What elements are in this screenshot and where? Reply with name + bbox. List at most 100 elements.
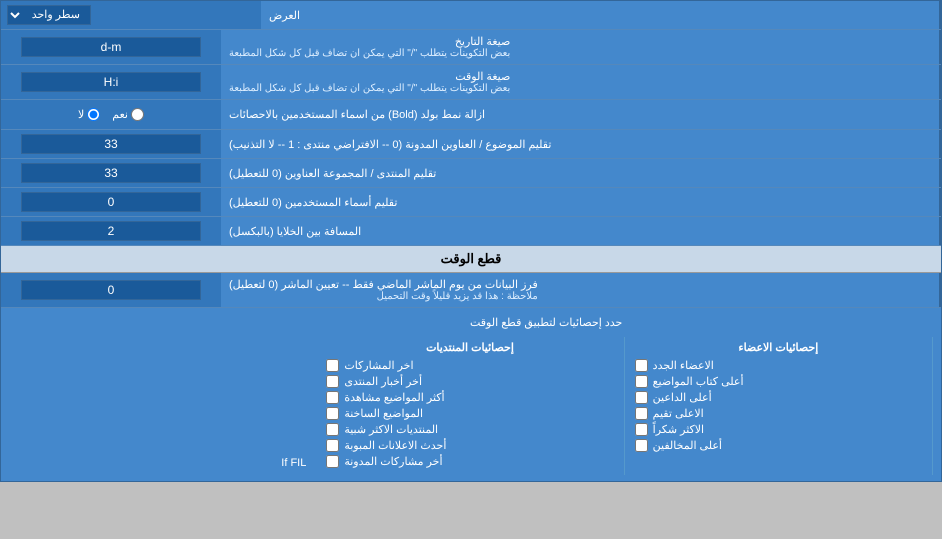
forum-stats-col: إحصائيات المنتديات اخر المشاركات أخر أخب… <box>316 337 624 475</box>
top-topic-writers-checkbox[interactable] <box>635 375 648 388</box>
header-label-text: العرض <box>269 9 300 22</box>
checkbox-top-rated: الاعلى تقيم <box>635 407 922 420</box>
topic-titles-input[interactable]: 33 <box>21 134 201 154</box>
checkbox-hot-topics: المواضيع الساخنة <box>326 407 613 420</box>
bold-radio-group: نعم لا <box>70 104 152 125</box>
bold-remove-radio-container: نعم لا <box>1 100 221 129</box>
main-container: العرض سطر واحد سطران ثلاثة أسطر صيغة الت… <box>0 0 942 482</box>
last-posts-label: اخر المشاركات <box>344 359 413 372</box>
cell-spacing-row: المسافة بين الخلايا (بالبكسل) 2 <box>1 217 941 246</box>
topic-titles-row: تقليم الموضوع / العناوين المدونة (0 -- ا… <box>1 130 941 159</box>
usernames-row: تقليم أسماء المستخدمين (0 للتعطيل) 0 <box>1 188 941 217</box>
cutoff-filter-main: فرز البيانات من يوم الماشر الماضي فقط --… <box>229 279 538 291</box>
forum-stats-title: إحصائيات المنتديات <box>326 341 613 354</box>
cutoff-filter-row: فرز البيانات من يوم الماشر الماضي فقط --… <box>1 273 941 308</box>
top-violators-label: أعلى المخالفين <box>653 439 722 452</box>
top-inviters-checkbox[interactable] <box>635 391 648 404</box>
bold-yes-radio[interactable] <box>131 108 144 121</box>
forum-titles-input[interactable]: 33 <box>21 163 201 183</box>
last-news-label: أخر أخبار المنتدى <box>344 375 422 388</box>
member-stats-title: إحصائيات الاعضاء <box>635 341 922 354</box>
cutoff-filter-input[interactable]: 0 <box>21 280 201 300</box>
bold-no-radio[interactable] <box>87 108 100 121</box>
cutoff-filter-label: فرز البيانات من يوم الماشر الماضي فقط --… <box>221 273 941 307</box>
usernames-label: تقليم أسماء المستخدمين (0 للتعطيل) <box>221 188 941 216</box>
top-violators-checkbox[interactable] <box>635 439 648 452</box>
most-thanked-label: الاكثر شكراً <box>653 423 704 436</box>
top-rated-label: الاعلى تقيم <box>653 407 704 420</box>
bold-yes-label[interactable]: نعم <box>112 108 144 121</box>
time-format-row: صيغة الوقت بعض التكوينات يتطلب "/" التي … <box>1 65 941 100</box>
time-format-input[interactable]: H:i <box>21 72 201 92</box>
hot-topics-checkbox[interactable] <box>326 407 339 420</box>
checkbox-top-topic-writers: أعلى كتاب المواضيع <box>635 375 922 388</box>
bold-remove-label: ازالة نمط بولد (Bold) من اسماء المستخدمي… <box>221 100 941 129</box>
checkbox-latest-classified: أحدث الاعلانات المبوبة <box>326 439 613 452</box>
most-thanked-checkbox[interactable] <box>635 423 648 436</box>
topic-titles-label: تقليم الموضوع / العناوين المدونة (0 -- ا… <box>221 130 941 158</box>
new-members-checkbox[interactable] <box>635 359 648 372</box>
header-row: العرض سطر واحد سطران ثلاثة أسطر <box>1 1 941 30</box>
bold-yes-text: نعم <box>112 108 128 121</box>
cutoff-title: قطع الوقت <box>441 251 502 266</box>
cell-spacing-input-container: 2 <box>1 217 221 245</box>
cell-spacing-title: المسافة بين الخلايا (بالبكسل) <box>229 225 361 238</box>
checkbox-top-violators: أعلى المخالفين <box>635 439 922 452</box>
cell-spacing-input[interactable]: 2 <box>21 221 201 241</box>
date-format-input-container: d-m <box>1 30 221 64</box>
date-format-input[interactable]: d-m <box>21 37 201 57</box>
checkbox-most-viewed: أكثر المواضيع مشاهدة <box>326 391 613 404</box>
display-select[interactable]: سطر واحد سطران ثلاثة أسطر <box>7 5 91 25</box>
cutoff-section-header: قطع الوقت <box>1 246 941 273</box>
last-blog-posts-label: أخر مشاركات المدونة <box>344 455 442 468</box>
most-viewed-checkbox[interactable] <box>326 391 339 404</box>
header-label: العرض <box>261 1 941 29</box>
last-posts-checkbox[interactable] <box>326 359 339 372</box>
checkbox-last-news: أخر أخبار المنتدى <box>326 375 613 388</box>
top-rated-checkbox[interactable] <box>635 407 648 420</box>
forum-titles-row: تقليم المنتدى / المجموعة العناوين (0 للت… <box>1 159 941 188</box>
checkbox-most-thanked: الاكثر شكراً <box>635 423 922 436</box>
hot-topics-label: المواضيع الساخنة <box>344 407 423 420</box>
most-forums-label: المنتديات الاكثر شبية <box>344 423 438 436</box>
most-viewed-label: أكثر المواضيع مشاهدة <box>344 391 444 404</box>
left-col: If FIL <box>9 337 316 475</box>
most-forums-checkbox[interactable] <box>326 423 339 436</box>
checkbox-top-inviters: أعلى الداعين <box>635 391 922 404</box>
usernames-input-container: 0 <box>1 188 221 216</box>
bold-no-label[interactable]: لا <box>78 108 100 121</box>
latest-classified-checkbox[interactable] <box>326 439 339 452</box>
forum-titles-input-container: 33 <box>1 159 221 187</box>
checkbox-most-forums: المنتديات الاكثر شبية <box>326 423 613 436</box>
header-select-container: سطر واحد سطران ثلاثة أسطر <box>1 1 261 29</box>
forum-titles-title: تقليم المنتدى / المجموعة العناوين (0 للت… <box>229 167 436 180</box>
date-format-title: صيغة التاريخ <box>455 36 510 48</box>
cutoff-filter-note: ملاحظة : هذا قد يزيد قليلاً وقت التحميل <box>229 291 538 302</box>
time-format-input-container: H:i <box>1 65 221 99</box>
if-fil-label: If FIL <box>281 457 306 469</box>
date-format-note: بعض التكوينات يتطلب "/" التي يمكن ان تضا… <box>229 48 510 59</box>
last-blog-posts-checkbox[interactable] <box>326 455 339 468</box>
time-format-label: صيغة الوقت بعض التكوينات يتطلب "/" التي … <box>221 65 941 99</box>
member-stats-col: إحصائيات الاعضاء الاعضاء الجدد أعلى كتاب… <box>625 337 933 475</box>
usernames-input[interactable]: 0 <box>21 192 201 212</box>
time-format-note: بعض التكوينات يتطلب "/" التي يمكن ان تضا… <box>229 83 510 94</box>
topic-titles-title: تقليم الموضوع / العناوين المدونة (0 -- ا… <box>229 138 551 151</box>
stats-label-text: حدد إحصائيات لتطبيق قطع الوقت <box>9 314 630 331</box>
latest-classified-label: أحدث الاعلانات المبوبة <box>344 439 446 452</box>
usernames-title: تقليم أسماء المستخدمين (0 للتعطيل) <box>229 196 397 209</box>
date-format-label: صيغة التاريخ بعض التكوينات يتطلب "/" الت… <box>221 30 941 64</box>
cell-spacing-label: المسافة بين الخلايا (بالبكسل) <box>221 217 941 245</box>
checkboxes-section: حدد إحصائيات لتطبيق قطع الوقت إحصائيات ا… <box>1 308 941 481</box>
topic-titles-input-container: 33 <box>1 130 221 158</box>
new-members-label: الاعضاء الجدد <box>653 359 714 372</box>
checkbox-last-posts: اخر المشاركات <box>326 359 613 372</box>
date-format-row: صيغة التاريخ بعض التكوينات يتطلب "/" الت… <box>1 30 941 65</box>
cutoff-filter-input-container: 0 <box>1 273 221 307</box>
top-inviters-label: أعلى الداعين <box>653 391 712 404</box>
last-news-checkbox[interactable] <box>326 375 339 388</box>
bold-no-text: لا <box>78 108 84 121</box>
bold-remove-row: ازالة نمط بولد (Bold) من اسماء المستخدمي… <box>1 100 941 130</box>
top-topic-writers-label: أعلى كتاب المواضيع <box>653 375 744 388</box>
checkbox-last-blog-posts: أخر مشاركات المدونة <box>326 455 613 468</box>
